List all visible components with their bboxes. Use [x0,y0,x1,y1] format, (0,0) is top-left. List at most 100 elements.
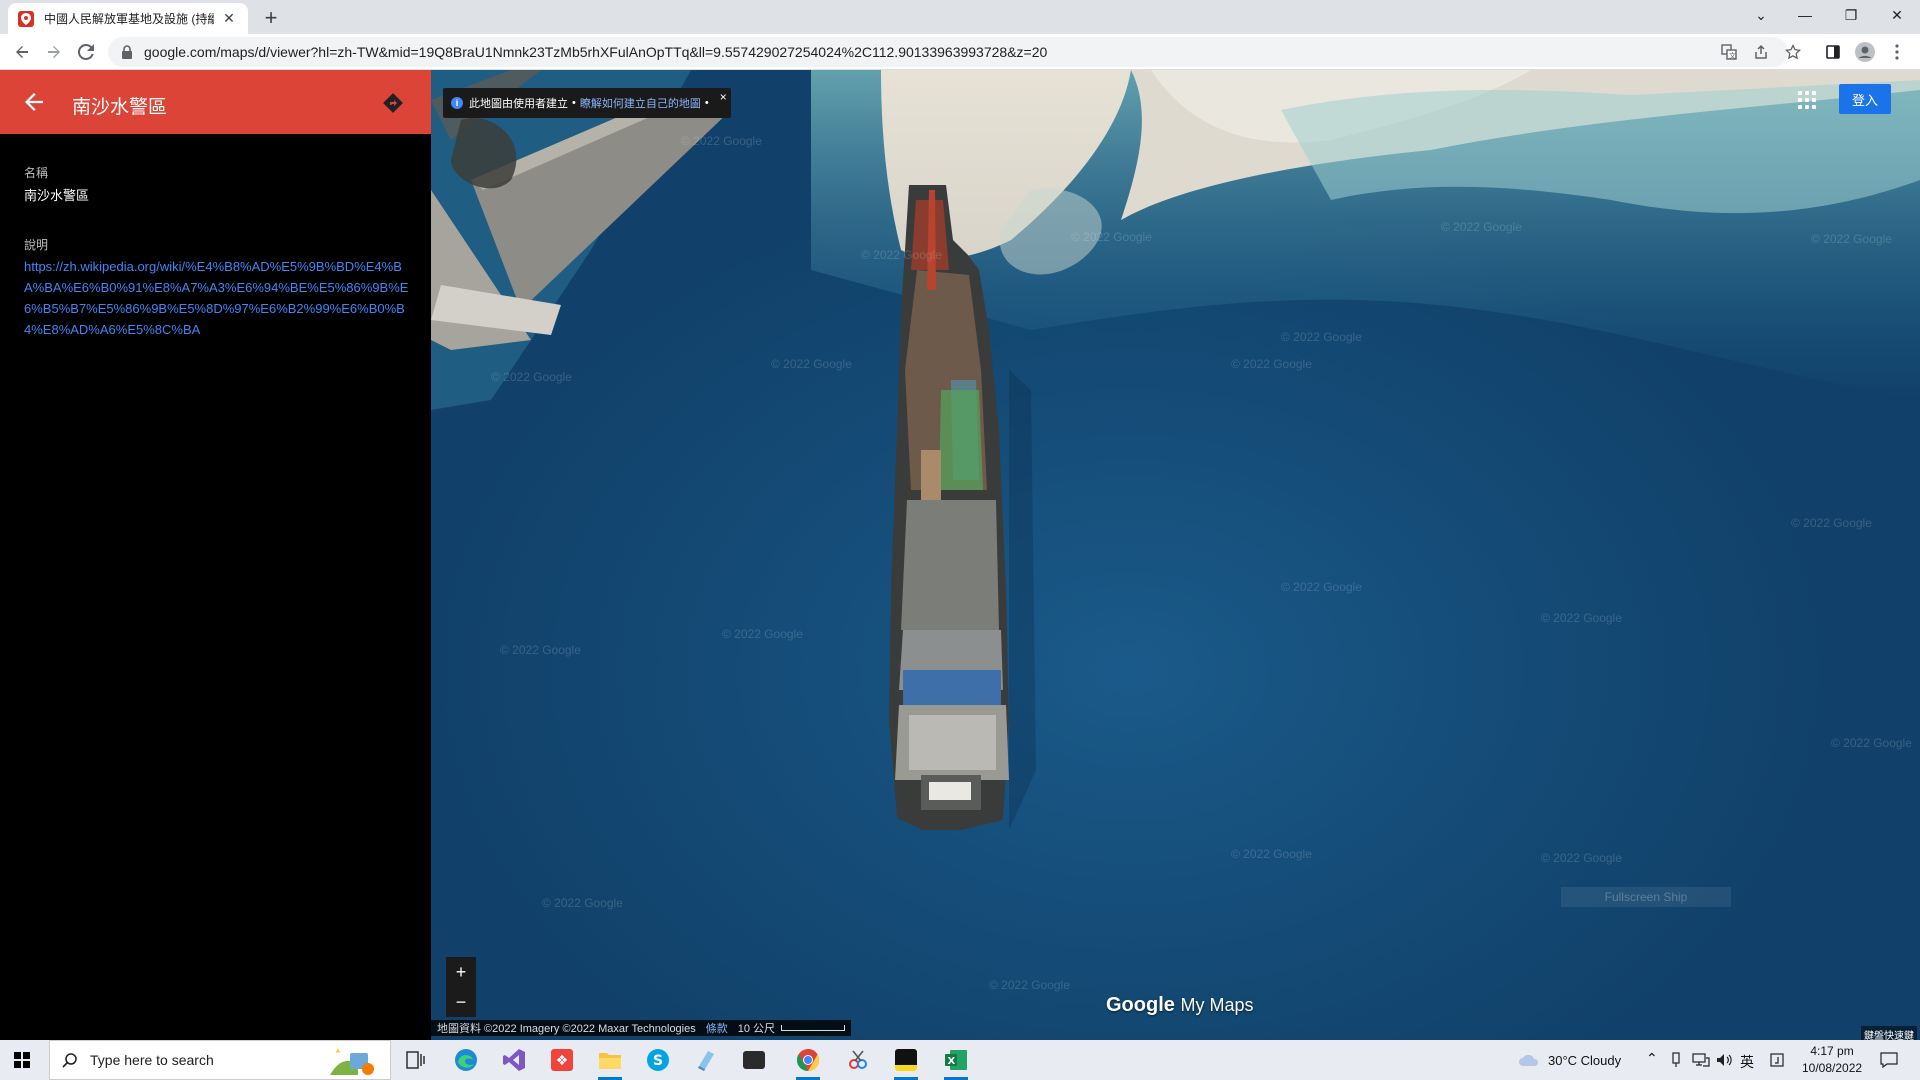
map-watermark: © 2022 Google [542,896,623,910]
usb-device-icon[interactable] [1670,1052,1682,1068]
search-placeholder: Type here to search [90,1052,214,1068]
my-maps-logo-text: My Maps [1180,995,1254,1015]
description-link[interactable]: https://zh.wikipedia.org/wiki/%E4%B8%AD%… [24,256,410,340]
map-watermark: © 2022 Google [1231,847,1312,861]
file-explorer-icon[interactable] [594,1044,626,1080]
arrow-left-icon [25,93,43,111]
share-icon[interactable] [1750,41,1772,63]
directions-icon[interactable] [382,92,404,114]
snipping-tool-icon[interactable] [842,1044,874,1076]
map-watermark: © 2022 Google [1541,851,1622,865]
excel-icon[interactable]: X [940,1044,972,1080]
browser-toolbar: google.com/maps/d/viewer?hl=zh-TW&mid=19… [0,34,1920,70]
notice-close-icon[interactable]: × [720,90,727,104]
map-watermark: © 2022 Google [681,134,762,148]
new-tab-button[interactable]: + [258,5,284,31]
map-watermark: © 2022 Google [500,643,581,657]
search-icon [62,1053,77,1068]
svg-text:文: 文 [1729,51,1736,60]
terms-link[interactable]: 條款 [706,1020,728,1036]
skype-icon[interactable]: S [642,1044,674,1076]
address-bar[interactable]: google.com/maps/d/viewer?hl=zh-TW&mid=19… [108,37,1788,67]
keyboard-shortcuts-label[interactable]: 鍵盤快速鍵 [1861,1026,1917,1040]
minimize-window-button[interactable]: — [1782,0,1828,30]
panel-back-button[interactable] [22,90,46,114]
forward-arrow-icon [48,46,60,58]
feature-detail-panel: 南沙水警區 名稱 南沙水警區 說明 https://zh.wikipedia.o… [0,70,431,1040]
scale-text[interactable]: 10 公尺 [738,1020,775,1036]
google-apps-grid-icon[interactable] [1797,90,1817,110]
panel-header: 南沙水警區 [0,70,431,134]
map-attribution: 地圖資料 ©2022 Imagery ©2022 Maxar Technolog… [431,1020,852,1036]
edge-browser-icon[interactable] [450,1044,482,1076]
google-mymaps-favicon-icon [18,10,34,27]
task-view-icon[interactable] [400,1044,432,1076]
bookmark-star-icon[interactable] [1782,41,1804,63]
user-created-map-notice: i 此地圖由使用者建立 • 瞭解如何建立自己的地圖 • × [443,88,731,118]
map-watermark: © 2022 Google [1281,330,1362,344]
map-watermark: © 2022 Google [491,370,572,384]
svg-text:X: X [948,1056,956,1067]
url-text: google.com/maps/d/viewer?hl=zh-TW&mid=19… [144,44,1048,60]
browser-tab[interactable]: 中國人民解放軍基地及設施 (持續... ✕ [8,3,248,34]
map-watermark: © 2022 Google [1831,736,1912,750]
terminal-icon[interactable] [738,1044,770,1076]
scale-bar [781,1025,846,1031]
learn-create-map-link[interactable]: 瞭解如何建立自己的地圖 [580,95,701,111]
chrome-icon[interactable] [792,1044,824,1080]
panel-title: 南沙水警區 [72,97,168,118]
touch-keyboard-icon[interactable] [1770,1053,1784,1067]
reload-icon [78,44,94,60]
map-watermark: © 2022 Google [989,978,1070,992]
lock-icon [122,45,132,59]
reload-button[interactable] [72,38,100,66]
signin-button[interactable]: 登入 [1839,84,1891,114]
close-window-button[interactable]: ✕ [1874,0,1920,30]
network-icon[interactable] [1692,1053,1710,1067]
zoom-out-button[interactable]: − [446,987,476,1017]
sticky-notes-icon[interactable] [890,1044,922,1080]
input-method-indicator[interactable]: 英 [1740,1052,1754,1072]
map-watermark: © 2022 Google [1791,516,1872,530]
restore-window-button[interactable]: ❐ [1828,0,1874,30]
windows-start-icon[interactable] [14,1052,30,1068]
taskbar-search-box[interactable]: Type here to search [49,1040,391,1080]
notes-app-icon[interactable] [690,1044,722,1076]
sidepanel-icon[interactable] [1822,41,1844,63]
attribution-text: 地圖資料 ©2022 Imagery ©2022 Maxar Technolog… [437,1023,696,1035]
map-watermark: © 2022 Google [1231,357,1312,371]
map-watermark: © 2022 Google [861,248,942,262]
translate-icon[interactable]: 文 [1718,41,1740,63]
zoom-in-button[interactable]: + [446,957,476,987]
profile-avatar-icon[interactable] [1854,41,1876,63]
satellite-map[interactable]: © 2022 Google © 2022 Google © 2022 Googl… [431,70,1920,1040]
back-button[interactable] [8,38,36,66]
tab-close-icon[interactable]: ✕ [220,10,238,28]
map-watermark: © 2022 Google [1281,580,1362,594]
weather-text[interactable]: 30°C Cloudy [1548,1053,1621,1068]
forward-button[interactable] [40,38,68,66]
fullscreen-ship-label: Fullscreen Ship [1561,887,1731,907]
notice-text: 此地圖由使用者建立 [469,98,568,110]
clock-date: 10/08/2022 [1802,1061,1863,1075]
anydesk-icon[interactable]: ❖ [546,1044,578,1076]
clock-time: 4:17 pm [1810,1044,1854,1058]
system-clock[interactable]: 4:17 pm 10/08/2022 [1802,1043,1862,1077]
map-watermark: © 2022 Google [771,357,852,371]
back-arrow-icon [16,46,28,58]
visual-studio-icon[interactable] [498,1044,530,1076]
windows-taskbar: Type here to search ❖ S X 30°C Cloudy ⌃ … [0,1040,1920,1080]
tray-chevron-up-icon[interactable]: ⌃ [1646,1050,1658,1067]
map-watermark: © 2022 Google [1441,220,1522,234]
map-watermark: © 2022 Google [1541,611,1622,625]
notice-separator: • [572,97,576,109]
map-watermark: © 2022 Google [1071,230,1152,244]
menu-kebab-icon[interactable] [1886,41,1908,63]
map-watermark: © 2022 Google [722,627,803,641]
notice-separator: • [704,97,709,109]
cloudy-weather-icon [1519,1054,1539,1066]
info-icon: i [451,97,463,109]
volume-icon[interactable] [1716,1053,1734,1067]
tab-search-dropdown-icon[interactable]: ⌄ [1738,0,1784,30]
notification-center-icon[interactable] [1880,1052,1898,1068]
